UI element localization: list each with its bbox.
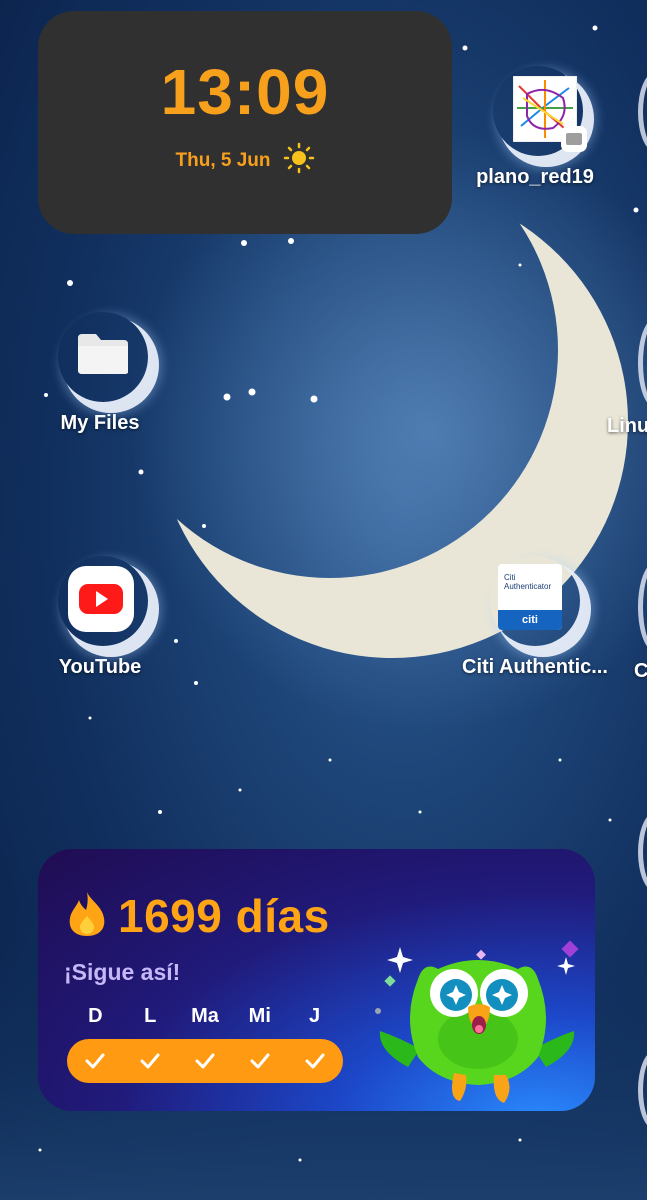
app-label: Linux xyxy=(607,415,647,437)
day-label: L xyxy=(144,1005,157,1027)
day-label: Ma xyxy=(191,1005,219,1027)
day-label: D xyxy=(88,1005,103,1027)
app-label: C xyxy=(634,660,647,682)
app-youtube[interactable]: YouTube xyxy=(50,552,150,679)
map-icon xyxy=(512,75,587,152)
app-label: My Files xyxy=(60,412,140,434)
streak-count: 1699 días xyxy=(118,890,330,942)
duo-owl-mascot xyxy=(368,939,595,1111)
streak-progress-bar xyxy=(67,1039,343,1083)
app-label: Citi Authentic... xyxy=(462,656,608,678)
check-icon xyxy=(236,1053,284,1069)
app-label: YouTube xyxy=(58,656,142,678)
weekday-row: D L Ma Mi J xyxy=(68,1005,342,1028)
citi-icon-text-1: Citi xyxy=(504,573,516,582)
citi-logo: citi xyxy=(498,610,562,630)
app-citi-authenticator[interactable]: Citi Authenticator citi Citi Authentic..… xyxy=(462,552,608,679)
check-icon xyxy=(181,1053,229,1069)
check-icon xyxy=(71,1053,119,1069)
fire-icon xyxy=(66,890,108,943)
clock-time: 13:09 xyxy=(160,56,330,128)
folder-icon xyxy=(76,332,130,381)
day-label: Mi xyxy=(248,1005,271,1027)
sun-icon xyxy=(283,142,315,179)
clock-date: Thu, 5 Jun xyxy=(175,149,271,171)
app-icon-container: Citi Authenticator citi xyxy=(484,552,580,648)
citi-icon-text-2: Authenticator xyxy=(504,582,552,591)
check-icon xyxy=(291,1053,339,1069)
youtube-icon xyxy=(68,566,134,637)
motto: ¡Sigue así! xyxy=(64,959,181,985)
duolingo-streak-widget[interactable]: 1699 días ¡Sigue así! D L Ma Mi J xyxy=(38,849,595,1111)
clock-widget[interactable]: 13:09 Thu, 5 Jun xyxy=(38,11,452,234)
app-label: plano_red19 xyxy=(476,166,594,188)
day-label: J xyxy=(309,1005,321,1027)
streak-row: 1699 días xyxy=(66,889,330,943)
app-my-files[interactable]: My Files xyxy=(50,308,150,435)
citi-icon: Citi Authenticator citi xyxy=(498,564,562,630)
check-icon xyxy=(126,1053,174,1069)
app-plano-red19[interactable]: plano_red19 xyxy=(474,62,596,189)
app-icon-container xyxy=(487,62,587,158)
clock-date-row: Thu, 5 Jun xyxy=(176,142,315,179)
app-icon-container xyxy=(52,552,148,648)
app-icon-container xyxy=(52,308,148,404)
